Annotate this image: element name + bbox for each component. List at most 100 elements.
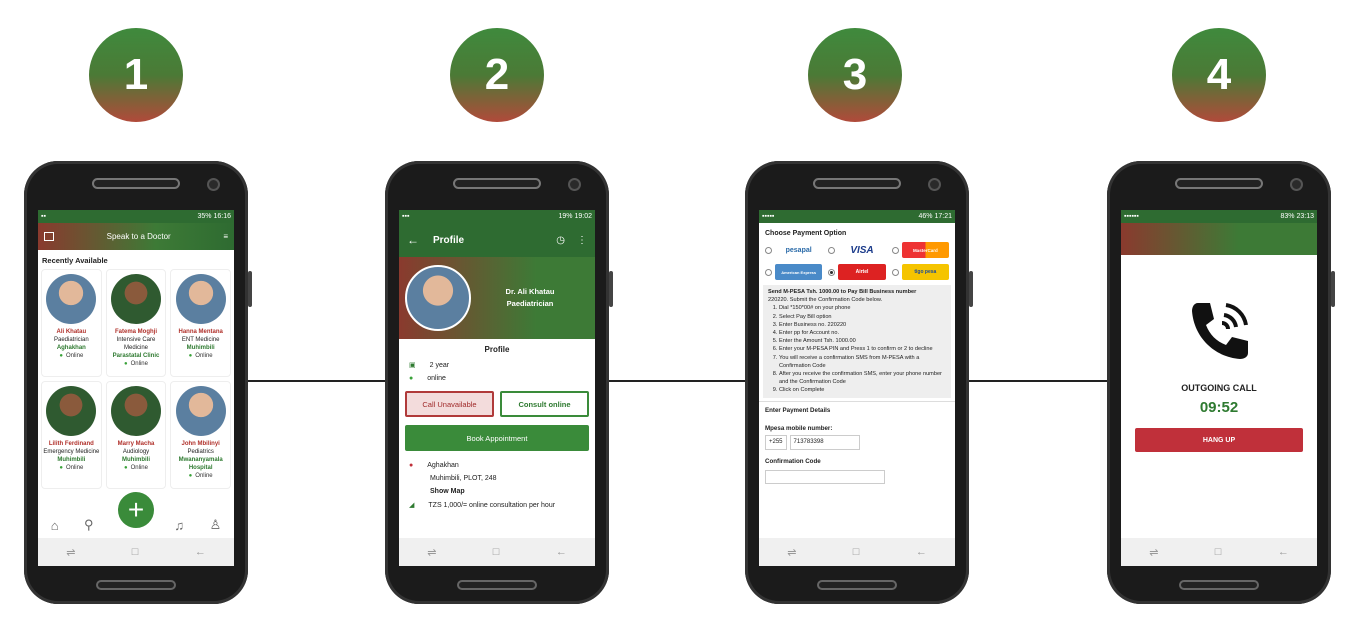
online-dot-icon: ● [409, 375, 414, 382]
doctor-name: Fatema Moghji [114, 329, 157, 335]
clock-icon[interactable]: ◷ [556, 235, 565, 246]
back-icon[interactable]: ← [1278, 546, 1289, 558]
bell-icon[interactable]: ♫ [174, 518, 184, 533]
instruction-step: Enter the Amount Tsh. 1000.00 [779, 337, 946, 345]
recent-apps-icon[interactable]: ⇌ [787, 546, 796, 559]
call-status-label: OUTGOING CALL [1181, 383, 1257, 393]
visa-logo: VISA [850, 244, 874, 256]
doctor-card[interactable]: Lilith Ferdinand Emergency Medicine Muhimb… [41, 381, 102, 489]
doctor-specialty: Emergency Medicine [43, 449, 100, 455]
home-square-icon[interactable]: □ [853, 546, 860, 558]
camera [928, 178, 941, 191]
recent-apps-icon[interactable]: ⇌ [427, 546, 436, 559]
clock: 16:16 [213, 213, 231, 220]
confirmation-code-input[interactable] [765, 469, 885, 484]
doctor-card[interactable]: Fatema Moghji Intensive Care Medicine Para… [105, 269, 167, 377]
instruction-step: Enter Business no. 220220 [779, 321, 946, 329]
payment-title: Choose Payment Option [765, 230, 847, 237]
tigopesa-logo: tigo pesa [901, 264, 949, 280]
doctor-hospital: Muhimbili [57, 457, 86, 463]
doctor-name: Marry Macha [117, 441, 155, 447]
online-status: Online [107, 464, 166, 472]
mastercard-logo: MasterCard [901, 242, 949, 258]
pay-option[interactable]: American Express [765, 263, 823, 281]
online-status: Online [42, 464, 101, 472]
profile-hero: Dr. Ali Khatau Paediatrician [399, 257, 595, 339]
mobile-row: +255 713783398 [759, 434, 955, 450]
connector-line [248, 380, 386, 382]
mobile-input[interactable]: 713783398 [789, 434, 860, 450]
doctor-card[interactable]: Ali Khatau Paediatrician AghakhanOnline [41, 269, 102, 377]
action-buttons: Call Unavailable Consult online [399, 385, 595, 423]
mobile-label: Mpesa mobile number: [765, 424, 833, 432]
instruction-steps: Dial *150*00# on your phone Select Pay B… [768, 304, 946, 394]
consult-online-button[interactable]: Consult online [500, 391, 589, 417]
radio[interactable] [828, 246, 836, 254]
hang-up-button[interactable]: HANG UP [1135, 428, 1303, 452]
doctor-name: Ali Khatau [56, 329, 87, 335]
side-button [248, 271, 252, 307]
recent-apps-icon[interactable]: ⇌ [1149, 546, 1158, 559]
doctor-card[interactable]: John Mbilinyi Pediatrics Mwananyamala Hosp… [170, 381, 231, 489]
show-map-link[interactable]: Show Map [399, 485, 595, 498]
radio[interactable] [765, 246, 772, 254]
connector-line [608, 380, 746, 382]
app-header: Speak to a Doctor ≡ [38, 223, 234, 250]
instruction-step: Enter your M-PESA PIN and Press 1 to con… [779, 345, 946, 353]
radio[interactable] [765, 268, 772, 276]
instruction-step: Dial *150*00# on your phone [779, 304, 946, 312]
notification-icons: ▪▪ [41, 213, 46, 220]
doctor-name: John Mbilinyi [181, 441, 220, 447]
status-bar: ▪▪▪▪▪ 46% 17:21 [759, 210, 955, 223]
doctor-specialty: Intensive Care Medicine [116, 337, 156, 351]
page-title: Profile [433, 234, 465, 246]
doctor-specialty: ENT Medicine [181, 337, 220, 343]
battery-level: 35% [197, 213, 212, 220]
back-icon[interactable]: ← [916, 546, 927, 558]
radio[interactable] [891, 268, 899, 276]
add-button[interactable]: + [116, 490, 156, 530]
phone-4: ▪▪▪▪▪▪ 83% 23:13 OUTGOING CALL 09:52 HANG… [1107, 161, 1335, 604]
pay-option[interactable]: VISA [828, 241, 885, 259]
pay-option[interactable]: tigo pesa [891, 263, 949, 281]
call-unavailable-button[interactable]: Call Unavailable [405, 391, 494, 417]
step-4-badge: 4 [1172, 28, 1266, 122]
home-square-icon[interactable]: □ [493, 546, 500, 558]
home-key [817, 580, 897, 590]
more-icon[interactable]: ⋮ [577, 235, 587, 246]
home-square-icon[interactable]: □ [132, 546, 139, 558]
side-button [609, 271, 613, 307]
doctor-name: Hanna Mentana [178, 329, 223, 335]
back-arrow-icon[interactable]: ← [407, 233, 419, 247]
section-title: Recently Available [42, 256, 108, 265]
pay-option[interactable]: MasterCard [891, 241, 949, 259]
doctor-card[interactable]: Marry Macha Audiology MuhimbiliOnline [105, 381, 167, 489]
doctor-hospital: Mwananyamala Hospital [178, 457, 223, 471]
chat-icon[interactable] [44, 232, 54, 241]
book-appointment-button[interactable]: Book Appointment [405, 425, 589, 451]
pay-option[interactable]: pesapal [765, 241, 823, 259]
call-header [1121, 223, 1317, 255]
header-title: Speak to a Doctor [106, 232, 171, 241]
doctor-specialty: Paediatrician [53, 337, 89, 343]
hospital-name: Aghakhan [427, 462, 459, 469]
show-map-label[interactable]: Show Map [430, 488, 465, 495]
fee-value: TZS 1,000/= online consultation per hour [428, 501, 556, 509]
hospital-row: ● Aghakhan [399, 459, 595, 472]
doctor-card[interactable]: Hanna Mentana ENT Medicine MuhimbiliOnline [170, 269, 231, 377]
camera [1290, 178, 1303, 191]
back-icon[interactable]: ← [195, 546, 206, 558]
pay-option[interactable]: Airtel [828, 263, 886, 281]
recent-apps-icon[interactable]: ⇌ [66, 546, 75, 559]
instruction-step: Click on Complete [779, 386, 946, 394]
search-icon[interactable]: ⚲ [84, 517, 94, 533]
home-square-icon[interactable]: □ [1215, 546, 1222, 558]
profile-icon[interactable]: ♙ [210, 517, 222, 533]
home-icon[interactable]: ⌂ [51, 518, 59, 533]
radio[interactable] [891, 246, 899, 254]
certificate-icon: ▣ [409, 362, 416, 369]
back-icon[interactable]: ← [556, 546, 567, 558]
radio-selected[interactable] [828, 268, 836, 276]
filter-icon[interactable]: ≡ [223, 232, 228, 241]
clock: 19:02 [574, 213, 592, 220]
